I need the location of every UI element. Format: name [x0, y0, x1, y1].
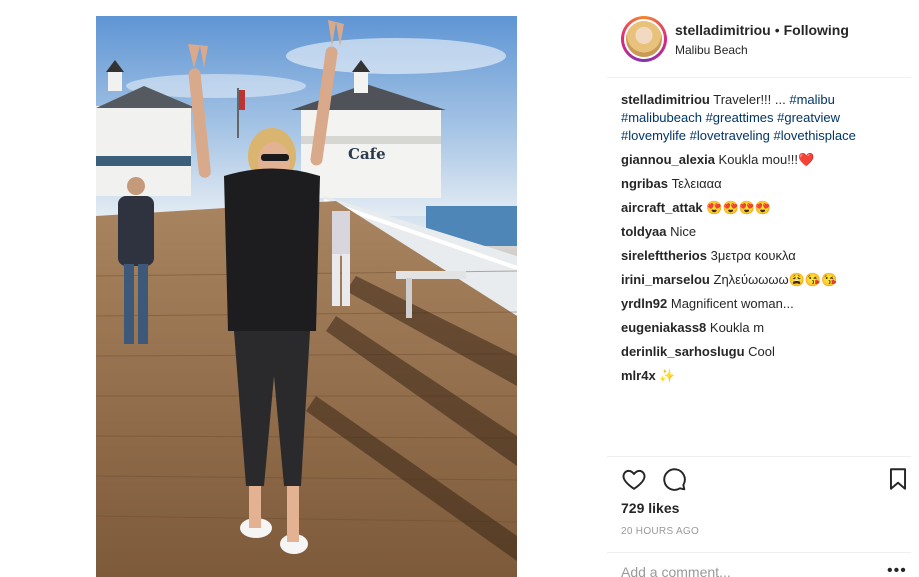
photo-illustration: Cafe: [96, 16, 517, 577]
comment-item: mlr4x ✨: [621, 367, 905, 385]
hashtag-link[interactable]: #malibubeach: [621, 110, 702, 125]
comments-list: stelladimitriou Traveler!!! ... #malibu …: [621, 91, 905, 391]
comment-text: Ζηλεύωωωω😩😘😘: [713, 272, 838, 287]
comment-item: giannou_alexia Koukla mou!!!❤️: [621, 151, 905, 169]
comment-username[interactable]: ngribas: [621, 176, 668, 191]
comment-username[interactable]: eugeniakass8: [621, 320, 706, 335]
comment-text: Nice: [670, 224, 697, 239]
comment-item: eugeniakass8 Koukla m: [621, 319, 905, 337]
comment-username[interactable]: yrdln92: [621, 296, 667, 311]
comment-username[interactable]: giannou_alexia: [621, 152, 715, 167]
header-username[interactable]: stelladimitriou: [675, 22, 771, 38]
avatar[interactable]: [624, 19, 664, 59]
comment-username[interactable]: toldyaa: [621, 224, 667, 239]
hashtag-link[interactable]: #malibu: [789, 92, 835, 107]
action-bar: [621, 466, 909, 494]
comment-item: sirelefttherios 3μετρα κουκλα: [621, 247, 905, 265]
comment-username[interactable]: mlr4x: [621, 368, 656, 383]
hashtag-link[interactable]: #lovetraveling: [690, 128, 770, 143]
comment-text: Koukla mou!!!❤️: [718, 152, 815, 167]
comment-username[interactable]: irini_marselou: [621, 272, 710, 287]
following-button[interactable]: Following: [784, 22, 849, 38]
divider: [607, 552, 911, 553]
hashtag-link[interactable]: #lovethisplace: [774, 128, 856, 143]
bookmark-icon[interactable]: [885, 466, 911, 492]
comment-text: Cool: [748, 344, 775, 359]
header-separator: •: [774, 22, 780, 38]
cafe-sign: Cafe: [348, 145, 386, 163]
header-user-line: stelladimitriou • Following: [675, 22, 849, 38]
add-comment-input[interactable]: [621, 560, 881, 577]
more-options-button[interactable]: •••: [887, 562, 907, 577]
story-ring[interactable]: [621, 16, 667, 62]
location-link[interactable]: Malibu Beach: [675, 43, 748, 57]
comment-bubble-icon[interactable]: [661, 466, 687, 492]
comment-username[interactable]: derinlik_sarhoslugu: [621, 344, 745, 359]
comment-item: aircraft_attak 😍😍😍😍: [621, 199, 905, 217]
comment-item: toldyaa Nice: [621, 223, 905, 241]
heart-icon[interactable]: [621, 466, 647, 492]
post-photo[interactable]: Cafe: [96, 16, 517, 577]
hashtag-link[interactable]: #greattimes: [706, 110, 774, 125]
comment-text: ✨: [659, 368, 676, 383]
post-header: stelladimitriou • Following Malibu Beach: [621, 16, 911, 62]
post-details-panel: stelladimitriou • Following Malibu Beach s…: [607, 0, 919, 577]
hashtag-link[interactable]: #lovemylife: [621, 128, 686, 143]
comment-text: 😍😍😍😍: [706, 200, 772, 215]
hashtag-link[interactable]: #greatview: [777, 110, 840, 125]
comment-text: Τελειααα: [671, 176, 722, 191]
instagram-post-view: Cafe stelladimitriou • Following Malibu …: [0, 0, 919, 577]
comment-item: irini_marselou Ζηλεύωωωω😩😘😘: [621, 271, 905, 289]
comment-text: 3μετρα κουκλα: [710, 248, 796, 263]
comment-username[interactable]: sirelefttherios: [621, 248, 707, 263]
caption: stelladimitriou Traveler!!! ... #malibu …: [621, 91, 905, 145]
comment-username[interactable]: aircraft_attak: [621, 200, 703, 215]
divider: [607, 456, 911, 457]
comment-text: Koukla m: [709, 320, 765, 335]
comment-item: ngribas Τελειααα: [621, 175, 905, 193]
comment-text: Magnificent woman...: [670, 296, 794, 311]
divider: [607, 77, 911, 78]
comment-item: derinlik_sarhoslugu Cool: [621, 343, 905, 361]
caption-username[interactable]: stelladimitriou: [621, 92, 710, 107]
post-timestamp[interactable]: 20 HOURS AGO: [621, 526, 699, 537]
comment-item: yrdln92 Magnificent woman...: [621, 295, 905, 313]
caption-text: Traveler!!! ...: [713, 92, 786, 107]
likes-count[interactable]: 729 likes: [621, 500, 679, 516]
